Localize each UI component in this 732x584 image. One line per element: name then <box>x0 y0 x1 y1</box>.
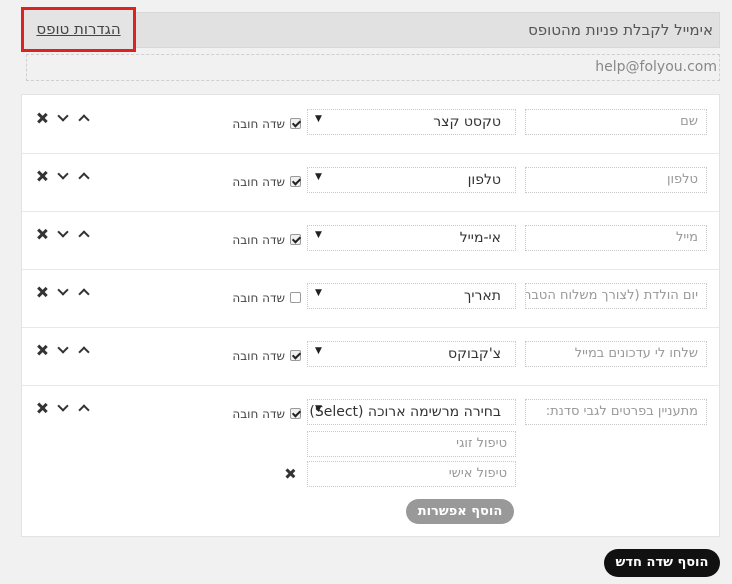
add-option-button[interactable]: הוסף אפשרות <box>406 499 514 524</box>
required-checkbox[interactable]: שדה חובה <box>225 233 301 249</box>
close-icon[interactable] <box>35 227 49 241</box>
field-type-value: בחירה מרשימה ארוכה (Select) <box>309 404 501 420</box>
chevron-down-icon[interactable] <box>56 170 70 182</box>
field-name-input[interactable]: שם <box>525 109 707 135</box>
field-type-value: טקסט קצר <box>433 114 501 130</box>
checkbox-icon[interactable] <box>290 408 301 419</box>
chevron-up-icon[interactable] <box>77 287 91 299</box>
close-icon[interactable] <box>35 285 49 299</box>
dropdown-arrow-icon: ▼ <box>315 404 322 414</box>
chevron-down-icon[interactable] <box>56 344 70 356</box>
field-type-select[interactable]: טקסט קצר ▼ <box>307 109 516 135</box>
row-controls <box>35 401 95 419</box>
close-icon[interactable] <box>283 467 297 481</box>
add-field-button[interactable]: הוסף שדה חדש <box>604 549 720 577</box>
dropdown-arrow-icon: ▼ <box>315 230 322 240</box>
field-type-select[interactable]: טלפון ▼ <box>307 167 516 193</box>
required-checkbox[interactable]: שדה חובה <box>225 349 301 365</box>
form-email-title: אימייל לקבלת פניות מהטופס <box>528 21 713 39</box>
field-row: מתעניין בפרטים לגבי סדנת: בחירה מרשימה א… <box>22 385 719 535</box>
email-field[interactable]: help@folyou.com <box>26 54 720 81</box>
dropdown-arrow-icon: ▼ <box>315 172 322 182</box>
field-row: טלפון טלפון ▼ שדה חובה <box>22 153 719 212</box>
required-checkbox[interactable]: שדה חובה <box>225 407 301 423</box>
field-type-select[interactable]: תאריך ▼ <box>307 283 516 309</box>
checkbox-icon[interactable] <box>290 118 301 129</box>
field-row: מייל אי-מייל ▼ שדה חובה <box>22 211 719 270</box>
chevron-up-icon[interactable] <box>77 229 91 241</box>
field-type-select[interactable]: צ'קבוקס ▼ <box>307 341 516 367</box>
field-row: יום הולדת (לצורך משלוח הטבה) תאריך ▼ שדה… <box>22 269 719 328</box>
required-checkbox[interactable]: שדה חובה <box>225 175 301 191</box>
required-label: שדה חובה <box>232 407 285 421</box>
row-controls <box>35 343 95 361</box>
field-name-input[interactable]: מייל <box>525 225 707 251</box>
field-type-value: אי-מייל <box>459 230 501 246</box>
chevron-down-icon[interactable] <box>56 112 70 124</box>
checkbox-icon[interactable] <box>290 234 301 245</box>
checkbox-icon[interactable] <box>290 292 301 303</box>
required-label: שדה חובה <box>232 117 285 131</box>
required-label: שדה חובה <box>232 233 285 247</box>
chevron-down-icon[interactable] <box>56 286 70 298</box>
option-input[interactable]: טיפול זוגי <box>307 431 516 457</box>
option-input[interactable]: טיפול אישי <box>307 461 516 487</box>
close-icon[interactable] <box>35 169 49 183</box>
dropdown-arrow-icon: ▼ <box>315 288 322 298</box>
field-name-input[interactable]: יום הולדת (לצורך משלוח הטבה) <box>525 283 707 309</box>
close-icon[interactable] <box>35 343 49 357</box>
row-controls <box>35 285 95 303</box>
row-controls <box>35 169 95 187</box>
field-row: שלחו לי עדכונים במייל צ'קבוקס ▼ שדה חובה <box>22 327 719 386</box>
required-label: שדה חובה <box>232 291 285 305</box>
dropdown-arrow-icon: ▼ <box>315 346 322 356</box>
form-settings-label: הגדרות טופס <box>36 20 121 38</box>
row-controls <box>35 111 95 129</box>
field-type-value: תאריך <box>463 288 501 304</box>
chevron-down-icon[interactable] <box>56 228 70 240</box>
required-checkbox[interactable]: שדה חובה <box>225 291 301 307</box>
required-label: שדה חובה <box>232 349 285 363</box>
field-type-select[interactable]: אי-מייל ▼ <box>307 225 516 251</box>
field-name-input[interactable]: מתעניין בפרטים לגבי סדנת: <box>525 399 707 425</box>
dropdown-arrow-icon: ▼ <box>315 114 322 124</box>
field-name-input[interactable]: שלחו לי עדכונים במייל <box>525 341 707 367</box>
checkbox-icon[interactable] <box>290 176 301 187</box>
field-type-value: טלפון <box>467 172 501 188</box>
close-icon[interactable] <box>35 111 49 125</box>
field-type-select[interactable]: בחירה מרשימה ארוכה (Select) ▼ <box>307 399 516 425</box>
chevron-up-icon[interactable] <box>77 403 91 415</box>
field-row: שם טקסט קצר ▼ שדה חובה <box>22 95 719 154</box>
chevron-up-icon[interactable] <box>77 345 91 357</box>
chevron-down-icon[interactable] <box>56 402 70 414</box>
form-settings-link[interactable]: הגדרות טופס <box>21 7 136 52</box>
checkbox-icon[interactable] <box>290 350 301 361</box>
close-icon[interactable] <box>35 401 49 415</box>
chevron-up-icon[interactable] <box>77 113 91 125</box>
required-checkbox[interactable]: שדה חובה <box>225 117 301 133</box>
email-value: help@folyou.com <box>595 59 717 75</box>
chevron-up-icon[interactable] <box>77 171 91 183</box>
fields-panel: שם טקסט קצר ▼ שדה חובה טלפון טלפון ▼ שדה… <box>21 94 720 537</box>
field-name-input[interactable]: טלפון <box>525 167 707 193</box>
field-type-value: צ'קבוקס <box>447 346 501 362</box>
required-label: שדה חובה <box>232 175 285 189</box>
row-controls <box>35 227 95 245</box>
